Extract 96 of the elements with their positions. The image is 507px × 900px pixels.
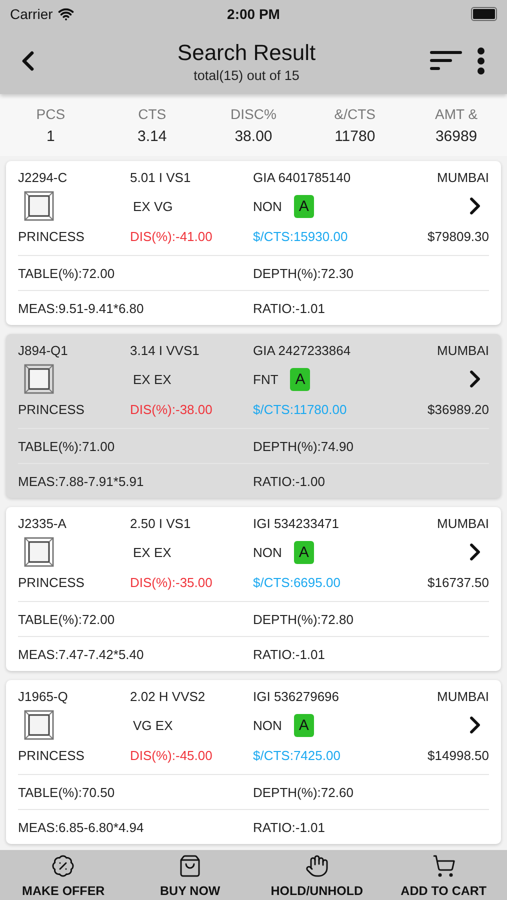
amount: $36989.20: [428, 402, 489, 416]
depth-percent: DEPTH(%):72.80: [253, 612, 354, 626]
sort-icon: [429, 50, 463, 72]
depth-percent: DEPTH(%):74.90: [253, 438, 354, 454]
cut-polish: EX VG: [132, 198, 174, 214]
grade-badge: A: [294, 540, 314, 564]
lab-certificate: GIA 2427233864: [253, 342, 351, 358]
action-button[interactable]: MAKE OFFER: [0, 850, 127, 900]
price-per-carat: $/CTS:11780.00: [253, 402, 348, 416]
princess-diamond-icon: [24, 710, 54, 740]
stone-card[interactable]: J2335-A 2.50 I VS1 IGI 534233471 MUMBAI EX EX NON A PRINCESS DIS(%):-35.00 $/CTS:6695.00 $16737.50 TABLE(%):72.00 DEPTH(%):72.80 MEAS:7.47-7.42*5.40 RATIO:-1.01: [6, 507, 501, 671]
discount: DIS(%):-41.00: [130, 228, 214, 244]
amount: $14998.50: [428, 748, 489, 762]
grade-badge: A: [294, 194, 314, 218]
ratio: RATIO:-1.01: [253, 646, 326, 662]
amount: $16737.50: [428, 574, 489, 590]
summary-value: 36989: [435, 128, 478, 144]
grade-badge: A: [290, 368, 310, 390]
action-button[interactable]: HOLD/UNHOLD: [254, 850, 380, 900]
summary-value: 38.00: [234, 128, 272, 144]
price-per-carat: $/CTS:15930.00: [253, 228, 349, 244]
ratio: RATIO:-1.01: [253, 300, 326, 316]
discount: DIS(%):-45.00: [130, 748, 214, 762]
summary-label: DISC%: [230, 106, 276, 122]
princess-diamond-icon: [24, 537, 54, 567]
fluorescence: NON: [253, 198, 282, 214]
stock-id: J2335-A: [18, 516, 66, 530]
sort-button[interactable]: [429, 50, 463, 72]
measurements: MEAS:7.47-7.42*5.40: [18, 646, 144, 662]
shopping-bag-icon: [178, 854, 202, 878]
location: MUMBAI: [437, 688, 489, 704]
location: MUMBAI: [437, 342, 489, 358]
summary-value: 1: [46, 128, 55, 144]
measurements: MEAS:9.51-9.41*6.80: [18, 300, 144, 316]
size-clarity: 2.02 H VVS2: [130, 688, 206, 704]
shape-name: PRINCESS: [18, 574, 84, 590]
size-clarity: 2.50 I VS1: [130, 516, 191, 530]
screen-title: Search Result: [177, 40, 316, 66]
location: MUMBAI: [437, 170, 489, 184]
price-per-carat: $/CTS:7425.00: [253, 748, 342, 762]
summary-value: 11780: [334, 128, 376, 144]
hand-icon: [304, 854, 329, 878]
amount: $79809.30: [428, 228, 489, 244]
discount: DIS(%):-35.00: [130, 574, 214, 590]
shape-name: PRINCESS: [18, 748, 84, 762]
fluorescence: NON: [253, 544, 282, 560]
summary-value: 3.14: [137, 128, 167, 144]
summary-label: &/CTS: [334, 106, 376, 122]
stone-card[interactable]: J1965-Q 2.02 H VVS2 IGI 536279696 MUMBAI VG EX NON A PRINCESS DIS(%):-45.00 $/CTS:7425.00 $14998.50 TABLE(%):70.50 DEPTH(%):72.60 MEAS:6.85-6.80*4.94 RATIO:-1.01: [6, 680, 501, 844]
lab-certificate: IGI 536279696: [253, 688, 340, 704]
grade-badge: A: [294, 714, 314, 736]
summary-label: CTS: [138, 106, 166, 122]
depth-percent: DEPTH(%):72.60: [253, 784, 354, 800]
cut-polish: VG EX: [132, 718, 174, 732]
table-percent: TABLE(%):72.00: [18, 266, 115, 280]
battery-icon: [470, 7, 497, 21]
summary-label: PCS: [36, 106, 66, 122]
stone-card[interactable]: J2294-C 5.01 I VS1 GIA 6401785140 MUMBAI EX VG NON A PRINCESS DIS(%):-41.00 $/CTS:15930.00 $79809.30 TABLE(%):72.00 DEPTH(%):72.30 MEAS:9.51-9.41*6.80 RATIO:-1.01: [6, 161, 501, 325]
measurements: MEAS:7.88-7.91*5.91: [18, 474, 144, 488]
table-percent: TABLE(%):72.00: [18, 612, 115, 626]
size-clarity: 5.01 I VS1: [130, 170, 191, 184]
size-clarity: 3.14 I VVS1: [130, 342, 200, 358]
cut-polish: EX EX: [132, 372, 172, 386]
cut-polish: EX EX: [132, 544, 172, 560]
fluorescence: NON: [253, 718, 282, 732]
fluorescence: FNT: [253, 372, 278, 386]
clock-time: 2:00 PM: [227, 6, 280, 22]
more-icon: [477, 47, 485, 75]
result-count: total(15) out of 15: [194, 68, 300, 82]
action-button[interactable]: BUY NOW: [126, 850, 254, 900]
price-per-carat: $/CTS:6695.00: [253, 574, 342, 590]
wifi-icon: [58, 6, 74, 22]
ratio: RATIO:-1.00: [253, 474, 326, 488]
more-button[interactable]: [477, 47, 485, 75]
stock-id: J1965-Q: [18, 688, 68, 704]
table-percent: TABLE(%):70.50: [18, 784, 115, 800]
princess-diamond-icon: [24, 191, 54, 221]
stock-id: J2294-C: [18, 170, 68, 184]
shape-name: PRINCESS: [18, 228, 84, 244]
depth-percent: DEPTH(%):72.30: [253, 266, 354, 280]
stock-id: J894-Q1: [18, 342, 68, 358]
shape-name: PRINCESS: [18, 402, 84, 416]
summary-label: AMT &: [435, 106, 478, 122]
princess-diamond-icon: [24, 364, 54, 394]
ratio: RATIO:-1.01: [253, 820, 326, 834]
carrier-label: Carrier: [10, 6, 53, 22]
shopping-cart-icon: [432, 854, 456, 878]
lab-certificate: GIA 6401785140: [253, 170, 351, 184]
table-percent: TABLE(%):71.00: [18, 438, 115, 454]
percent-badge-icon: [51, 854, 76, 878]
action-button[interactable]: ADD TO CART: [380, 850, 507, 900]
stone-card[interactable]: J894-Q1 3.14 I VVS1 GIA 2427233864 MUMBAI EX EX FNT A PRINCESS DIS(%):-38.00 $/CTS:11780.00 $36989.20 TABLE(%):71.00 DEPTH(%):74.90 MEAS:7.88-7.91*5.91 RATIO:-1.00: [6, 334, 501, 498]
measurements: MEAS:6.85-6.80*4.94: [18, 820, 144, 834]
lab-certificate: IGI 534233471: [253, 516, 340, 530]
location: MUMBAI: [437, 516, 489, 530]
discount: DIS(%):-38.00: [130, 402, 214, 416]
